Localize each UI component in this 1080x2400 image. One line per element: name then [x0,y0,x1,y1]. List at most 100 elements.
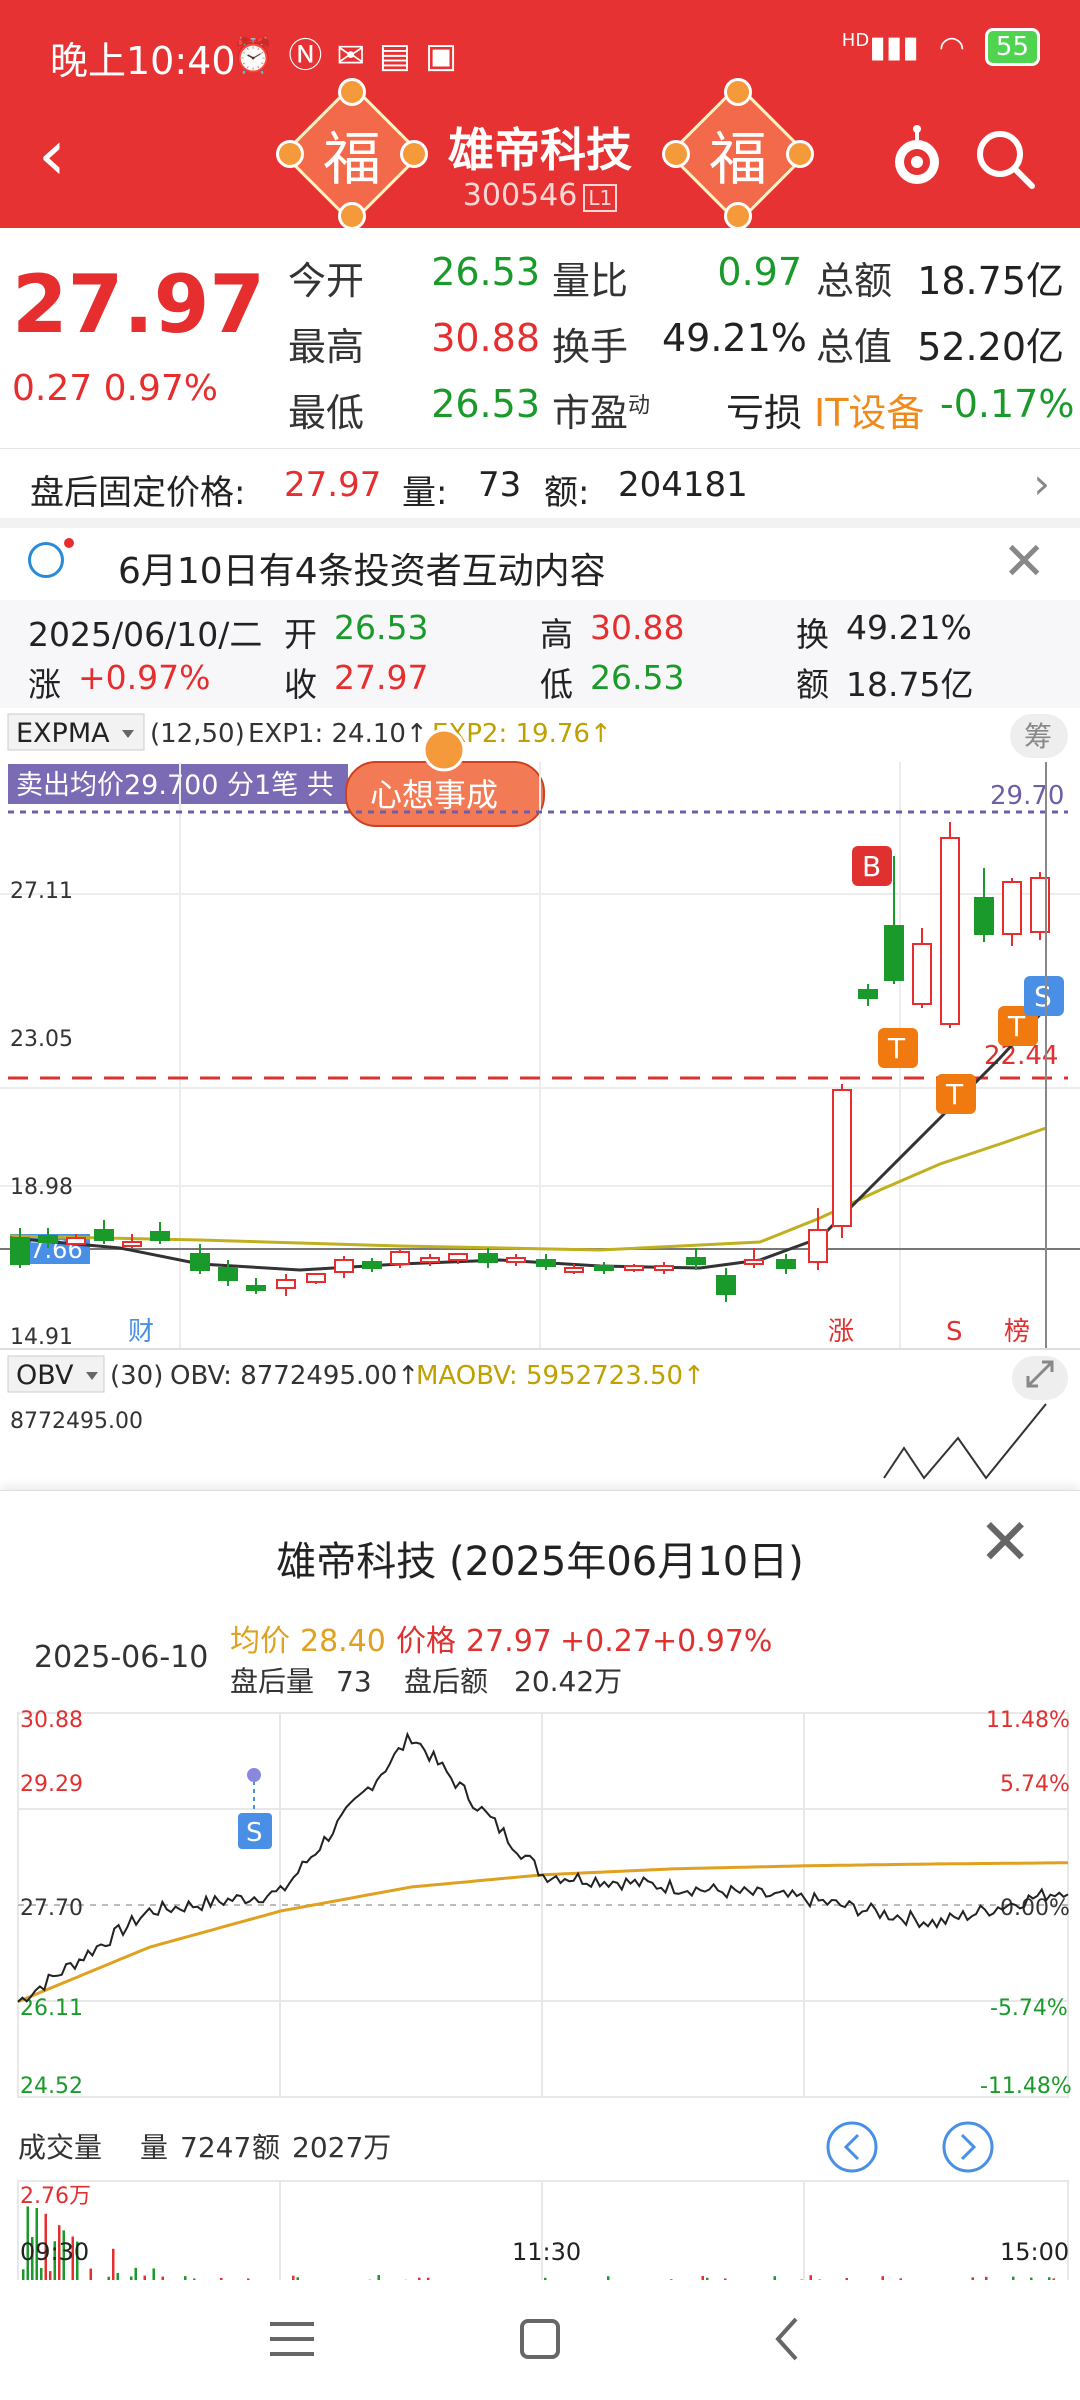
tiger-icon [422,728,466,772]
svg-text:T: T [1007,1010,1026,1043]
robot-icon[interactable] [882,124,952,194]
day-high: 30.88 [590,608,685,647]
after-hours-amt-label: 额: [544,473,590,513]
wifi-icon: ◠ [938,29,965,65]
ah-amt-label: 盘后额 [404,1665,488,1698]
candle [594,1265,614,1271]
ah-amt: 20.42万 [514,1665,622,1698]
candle [716,1275,736,1295]
candle [276,1279,296,1289]
close-icon[interactable]: ✕ [1002,532,1046,592]
avg-label: 均价 [230,1624,290,1659]
chevron-left-icon [843,2133,860,2161]
candle [536,1259,556,1267]
day-summary: 2025/06/10/二 开 26.53 高 30.88 换 49.21% 涨 … [0,600,1080,708]
day-turnover: 49.21% [846,608,972,647]
candle [974,897,994,935]
ah-vol: 73 [336,1665,372,1698]
day-open: 26.53 [334,608,429,647]
candle [362,1261,382,1269]
high-value: 30.88 [431,316,540,360]
event-tag[interactable]: 财 [128,1317,154,1347]
sell-avg-label: 卖出均价29.700 分1笔 共 [16,770,334,801]
after-hours-bar[interactable]: 盘后固定价格: 27.97 量: 73 额: 204181 › [0,448,1080,528]
sector-label[interactable]: IT设备 [814,382,924,437]
turnover-value: 49.21% [662,316,807,360]
kline-chart[interactable]: EXPMA (12,50) EXP1: 24.10↑ EXP2: 19.76↑ … [0,708,1080,1348]
chevron-right-icon [960,2133,977,2161]
menu-icon[interactable] [252,2304,332,2374]
avg-value: 28.40 [300,1624,386,1659]
day-change: +0.97% [78,658,211,697]
open-label: 今开 [288,259,365,303]
open-value: 26.53 [431,250,540,294]
alarm-icon: ⏰ [232,36,289,76]
day-low: 26.53 [590,658,685,697]
obv-line [883,1403,1047,1480]
candle [564,1267,584,1273]
sector-change: -0.17% [940,382,1075,426]
obv-selector[interactable]: OBV [16,1360,74,1391]
app-icon: ▣ [424,36,472,76]
y-right-label: 11.48% [986,1708,1070,1733]
day-high-label: 高 [540,615,573,654]
chevron-right-icon[interactable]: › [1033,459,1050,508]
high-label: 最高 [288,325,365,369]
day-change-label: 涨 [28,665,61,704]
notice-bar[interactable]: 6月10日有4条投资者互动内容 ✕ [0,528,1080,600]
indicator-selector[interactable]: EXPMA [16,718,110,749]
home-icon[interactable] [500,2304,580,2374]
price-chg-pct: +0.97% [652,1624,772,1659]
y-right-label: -11.48% [980,2074,1072,2099]
y-label: 27.11 [10,879,73,904]
nav-row: ‹ 雄帝科技 300546 L1 [0,100,1080,228]
y-label: 23.05 [10,1027,73,1052]
after-hours-vol-label: 量: [402,473,448,513]
candle [218,1267,238,1281]
prev-button[interactable] [826,2121,878,2173]
wechat-icon: ✉ [336,36,379,76]
candle [832,1089,852,1227]
candle [94,1229,114,1241]
time-label: 09:30 [20,2238,90,2266]
candle [66,1237,86,1245]
obv-params: (30) [110,1361,163,1391]
back-nav-icon[interactable] [748,2304,828,2374]
obv-panel[interactable]: OBV (30) OBV: 8772495.00↑ MAOBV: 5952723… [0,1348,1080,1490]
candle [858,989,878,999]
day-date: 2025/06/10/二 [28,615,263,654]
event-tag[interactable]: 涨 [828,1317,854,1347]
vol-label: 量 [140,2131,168,2164]
vol-title: 成交量 [18,2131,102,2164]
price-value: 27.97 [466,1624,552,1659]
y-label: 18.98 [10,1175,73,1200]
kline-svg[interactable]: EXPMA (12,50) EXP1: 24.10↑ EXP2: 19.76↑ … [0,708,1080,1348]
vol-ratio-value: 0.97 [717,250,802,294]
candle [478,1253,498,1263]
intraday-svg[interactable]: 2025-06-10 均价 28.40 价格 27.97 +0.27 +0.97… [0,1491,1080,2321]
unread-dot [64,538,74,548]
search-icon[interactable] [970,124,1040,194]
maobv-value: MAOBV: 5952723.50↑ [416,1361,705,1391]
candle [808,1229,828,1263]
time-label: 15:00 [1000,2238,1070,2266]
candle [38,1235,58,1243]
app-header: 晚上10:40 ⏰Ⓝ✉▤▣ HD▮▮▮ ◠ 55 ‹ 雄帝科技 300546 L1 [0,0,1080,230]
banner-text: 心想事成 [370,776,498,814]
expand-button[interactable] [1012,1356,1068,1400]
candle [884,925,904,981]
intraday-popup: 雄帝科技 (2025年06月10日) ✕ 2025-06-10 均价 28.40… [0,1490,1080,2320]
candle [390,1251,410,1265]
pe-label: 市盈动 [552,391,651,435]
event-tag[interactable]: 榜 [1004,1317,1030,1347]
turnover-label: 换手 [552,325,629,369]
trade-point [247,1768,261,1782]
price-label: 价格 [396,1624,456,1659]
day-close: 27.97 [334,658,429,697]
y-left-label: 29.29 [20,1772,83,1797]
level-badge: L1 [583,184,618,212]
y-right-label: -5.74% [990,1996,1068,2021]
candle [150,1231,170,1241]
next-button[interactable] [942,2121,994,2173]
event-tag[interactable]: S [946,1317,963,1347]
